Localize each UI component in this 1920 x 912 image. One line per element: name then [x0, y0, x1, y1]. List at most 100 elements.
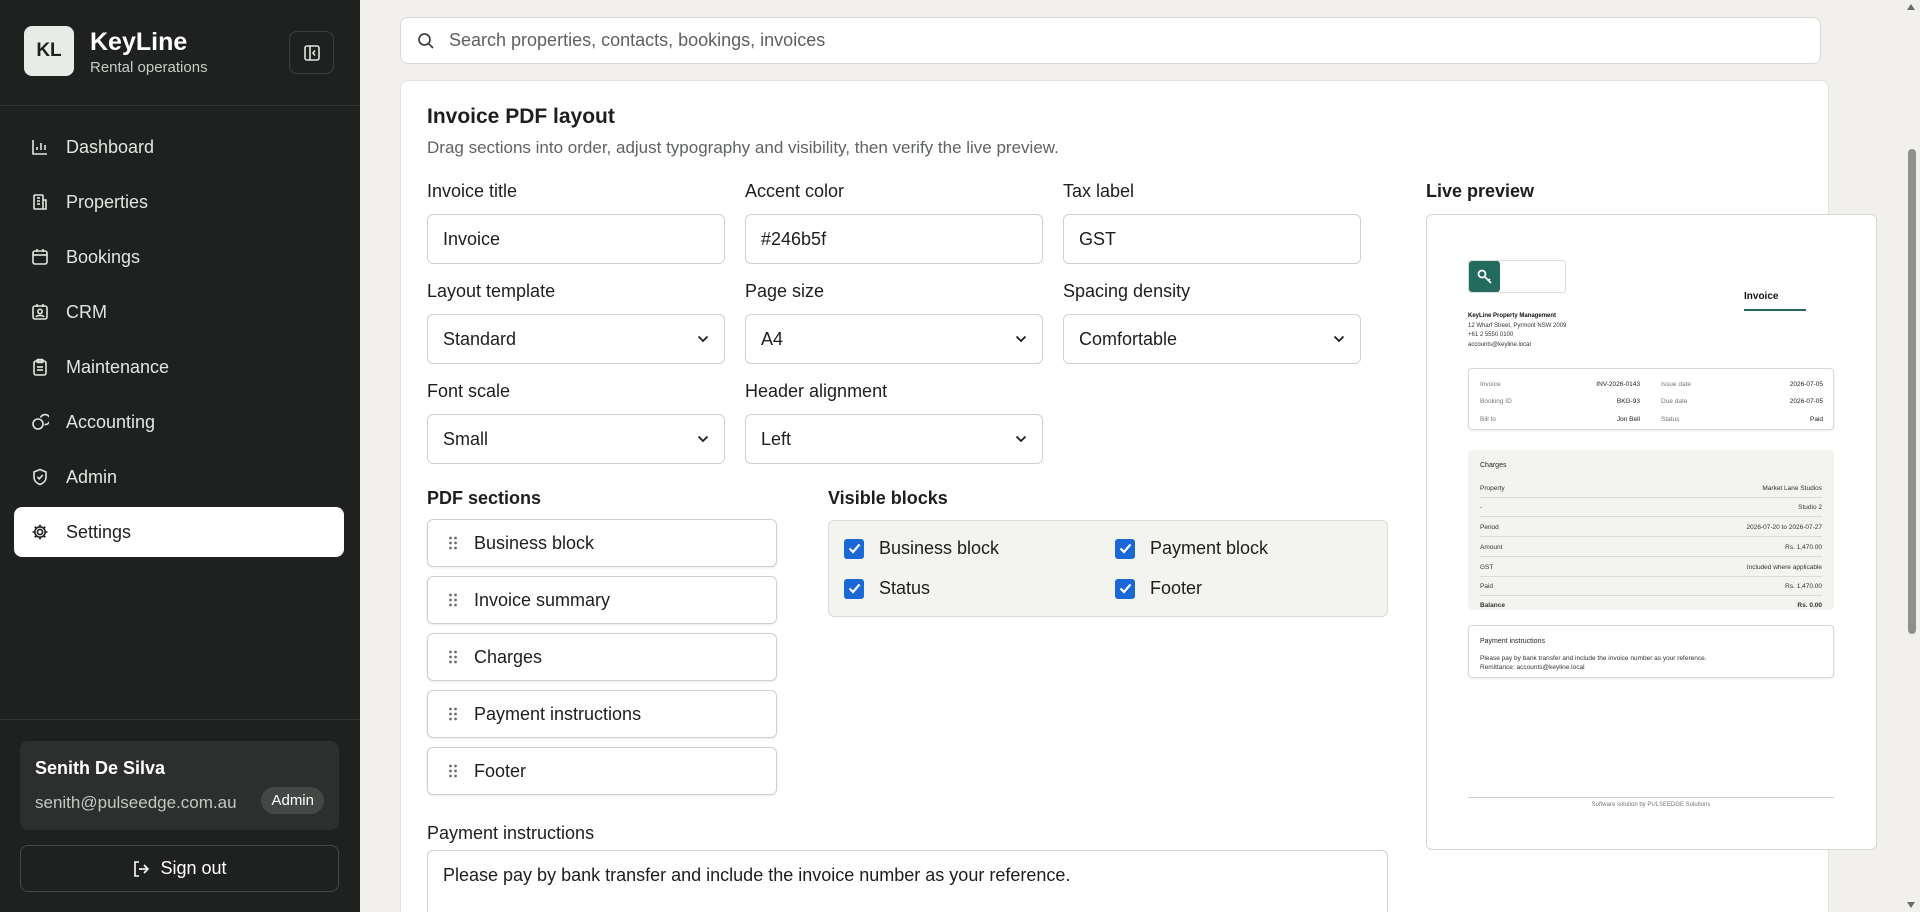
main-content: Invoice PDF layout Drag sections into or…: [360, 0, 1920, 912]
charge-value: Rs. 1,470.00: [1785, 544, 1822, 551]
checkbox-checked-icon[interactable]: [844, 578, 864, 599]
pdf-section-item[interactable]: Invoice summary: [427, 576, 777, 624]
summary-value: 2026-07-05: [1789, 381, 1823, 388]
page-scrollbar[interactable]: [1903, 0, 1920, 912]
sidebar-item-properties[interactable]: Properties: [14, 177, 344, 227]
invoice-title-input[interactable]: Invoice: [427, 214, 725, 264]
summary-label: Booking ID: [1480, 398, 1512, 405]
checkbox-label: Payment block: [1150, 538, 1269, 558]
drag-handle-icon[interactable]: [448, 592, 458, 608]
sign-out-button[interactable]: Sign out: [20, 845, 339, 892]
field-label: Header alignment: [745, 381, 888, 401]
key-icon: [1469, 261, 1500, 292]
layout-template-field: Layout template Standard: [427, 281, 725, 364]
checkbox-status[interactable]: Status: [844, 578, 930, 599]
summary-value: 2026-07-05: [1789, 398, 1823, 405]
pdf-section-item[interactable]: Payment instructions: [427, 690, 777, 738]
field-label: Accent color: [745, 181, 845, 201]
drag-handle-icon[interactable]: [448, 649, 458, 665]
charge-key: Paid: [1480, 583, 1494, 590]
field-label: Invoice title: [427, 181, 518, 201]
sidebar-item-label: Admin: [66, 466, 118, 487]
sidebar-item-label: Accounting: [66, 411, 156, 432]
charge-row: - Studio 2: [1480, 500, 1822, 517]
page-size-field: Page size A4: [745, 281, 1043, 364]
user-card: Senith De Silva senith@pulseedge.com.au …: [20, 741, 339, 830]
charge-value: Market Lane Studios: [1762, 485, 1822, 492]
app-subtitle: Rental operations: [90, 58, 208, 76]
checkbox-payment-block[interactable]: Payment block: [1115, 538, 1268, 559]
charge-key: Property: [1480, 485, 1505, 492]
preview-business-block: KeyLine Property Management 12 Wharf Str…: [1468, 312, 1566, 350]
payment-instructions-textarea[interactable]: Please pay by bank transfer and include …: [427, 850, 1388, 912]
pdf-section-item[interactable]: Charges: [427, 633, 777, 681]
preview-business-address: 12 Wharf Street, Pyrmont NSW 2009: [1468, 322, 1567, 329]
global-search[interactable]: [400, 17, 1821, 64]
sign-out-label: Sign out: [160, 858, 227, 878]
summary-label: Issue date: [1661, 381, 1691, 388]
sidebar-item-admin[interactable]: Admin: [14, 452, 344, 502]
scroll-thumb[interactable]: [1908, 149, 1916, 634]
pdf-section-item[interactable]: Footer: [427, 747, 777, 795]
sidebar-item-crm[interactable]: CRM: [14, 287, 344, 337]
chevron-down-icon: [1333, 335, 1345, 343]
search-icon: [417, 32, 435, 50]
sidebar: KL KeyLine Rental operations Dashboard P…: [0, 0, 360, 912]
page-size-select[interactable]: A4: [745, 314, 1043, 364]
payment-title: Payment instructions: [1480, 638, 1545, 645]
search-input[interactable]: [449, 30, 1749, 51]
section-label: Business block: [474, 532, 595, 553]
sidebar-item-maintenance[interactable]: Maintenance: [14, 342, 344, 392]
checkbox-label: Business block: [879, 538, 1000, 558]
font-scale-field: Font scale Small: [427, 381, 725, 464]
summary-label: Due date: [1661, 398, 1688, 405]
sidebar-item-accounting[interactable]: Accounting: [14, 397, 344, 447]
gear-icon: [30, 522, 50, 542]
page-description: Drag sections into order, adjust typogra…: [427, 138, 1059, 157]
tax-label-input[interactable]: GST: [1063, 214, 1361, 264]
select-value: Left: [761, 428, 792, 449]
sidebar-item-label: Properties: [66, 191, 149, 212]
drag-handle-icon[interactable]: [448, 763, 458, 779]
layout-template-select[interactable]: Standard: [427, 314, 725, 364]
drag-handle-icon[interactable]: [448, 706, 458, 722]
pdf-sections-label: PDF sections: [427, 488, 542, 508]
font-scale-select[interactable]: Small: [427, 414, 725, 464]
sidebar-item-dashboard[interactable]: Dashboard: [14, 122, 344, 172]
summary-label: Status: [1661, 416, 1680, 423]
summary-value: INV-2026-0143: [1596, 381, 1640, 388]
field-label: Layout template: [427, 281, 556, 301]
scroll-up-icon[interactable]: [1907, 4, 1915, 10]
sign-out-icon: [132, 860, 150, 878]
drag-handle-icon[interactable]: [448, 535, 458, 551]
checkbox-footer[interactable]: Footer: [1115, 578, 1202, 599]
checkbox-business-block[interactable]: Business block: [844, 538, 999, 559]
spacing-density-select[interactable]: Comfortable: [1063, 314, 1361, 364]
charge-row: Period 2026-07-20 to 2026-07-27: [1480, 520, 1822, 537]
summary-value: Jon Bell: [1616, 416, 1640, 423]
charge-key: GST: [1480, 564, 1494, 571]
charges-title: Charges: [1480, 462, 1507, 469]
charge-key: -: [1480, 504, 1483, 511]
select-value: Small: [443, 428, 489, 449]
checkbox-checked-icon[interactable]: [844, 538, 864, 559]
sidebar-nav: Dashboard Properties Bookings CRM Mainte…: [14, 122, 344, 562]
header-alignment-field: Header alignment Left: [745, 381, 1043, 464]
select-value: Comfortable: [1079, 328, 1178, 349]
charge-key: Amount: [1480, 544, 1503, 551]
collapse-sidebar-button[interactable]: [289, 31, 334, 74]
field-label: Page size: [745, 281, 825, 301]
summary-label: Bill to: [1480, 416, 1496, 423]
select-value: Standard: [443, 328, 517, 349]
chevron-down-icon: [1015, 335, 1027, 343]
sidebar-item-bookings[interactable]: Bookings: [14, 232, 344, 282]
pdf-section-item[interactable]: Business block: [427, 519, 777, 567]
header-alignment-select[interactable]: Left: [745, 414, 1043, 464]
sidebar-item-settings[interactable]: Settings: [14, 507, 344, 557]
accent-color-input[interactable]: #246b5f: [745, 214, 1043, 264]
checkbox-checked-icon[interactable]: [1115, 538, 1135, 559]
checkbox-checked-icon[interactable]: [1115, 578, 1135, 599]
scroll-down-icon[interactable]: [1907, 902, 1915, 908]
preview-logo: [1468, 260, 1566, 293]
chevron-down-icon: [1015, 435, 1027, 443]
